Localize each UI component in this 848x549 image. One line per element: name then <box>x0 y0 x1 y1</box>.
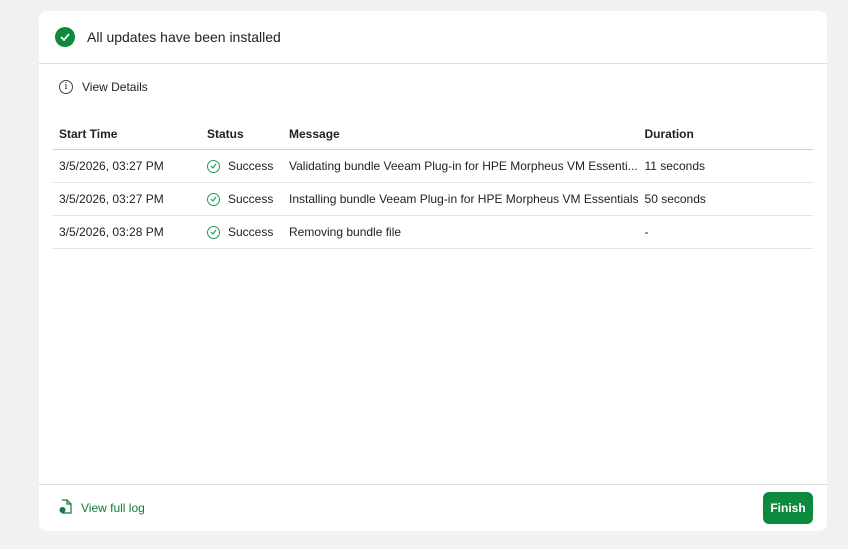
table-row[interactable]: 3/5/2026, 03:28 PM Success Removing bund… <box>53 215 813 249</box>
table-row[interactable]: 3/5/2026, 03:27 PM Success Validating bu… <box>53 149 813 183</box>
message-cell: Installing bundle Veeam Plug-in for HPE … <box>283 182 639 216</box>
column-start-time[interactable]: Start Time <box>53 120 201 150</box>
success-icon <box>207 192 220 206</box>
update-log-table: Start Time Status Message Duration 3/5/2… <box>53 120 813 249</box>
status-cell: Success <box>201 182 283 216</box>
success-icon <box>207 159 220 173</box>
finish-button[interactable]: Finish <box>763 492 813 524</box>
start-time-cell: 3/5/2026, 03:27 PM <box>53 182 201 216</box>
success-icon <box>207 225 220 239</box>
dialog-title: All updates have been installed <box>87 29 281 45</box>
column-message[interactable]: Message <box>283 120 639 150</box>
dialog-footer: View full log Finish <box>39 484 827 531</box>
table-row[interactable]: 3/5/2026, 03:27 PM Success Installing bu… <box>53 182 813 216</box>
dialog-header: All updates have been installed <box>39 11 827 64</box>
view-full-log-label: View full log <box>81 501 145 515</box>
info-icon: i <box>59 80 73 94</box>
status-text: Success <box>228 159 274 173</box>
view-details-label: View Details <box>82 80 148 94</box>
duration-cell: - <box>638 215 813 249</box>
view-full-log-link[interactable]: View full log <box>59 499 145 517</box>
start-time-cell: 3/5/2026, 03:28 PM <box>53 215 201 249</box>
updates-dialog: All updates have been installed i View D… <box>39 11 827 531</box>
column-duration[interactable]: Duration <box>638 120 813 150</box>
status-cell: Success <box>201 149 283 183</box>
status-text: Success <box>228 225 274 239</box>
status-cell: Success <box>201 215 283 249</box>
view-details-toggle[interactable]: i View Details <box>59 80 827 94</box>
status-text: Success <box>228 192 274 206</box>
message-cell: Removing bundle file <box>283 215 639 249</box>
success-check-icon <box>55 27 75 47</box>
column-status[interactable]: Status <box>201 120 283 150</box>
message-cell: Validating bundle Veeam Plug-in for HPE … <box>283 149 639 183</box>
start-time-cell: 3/5/2026, 03:27 PM <box>53 149 201 183</box>
duration-cell: 11 seconds <box>638 149 813 183</box>
duration-cell: 50 seconds <box>638 182 813 216</box>
log-file-icon <box>59 499 72 517</box>
